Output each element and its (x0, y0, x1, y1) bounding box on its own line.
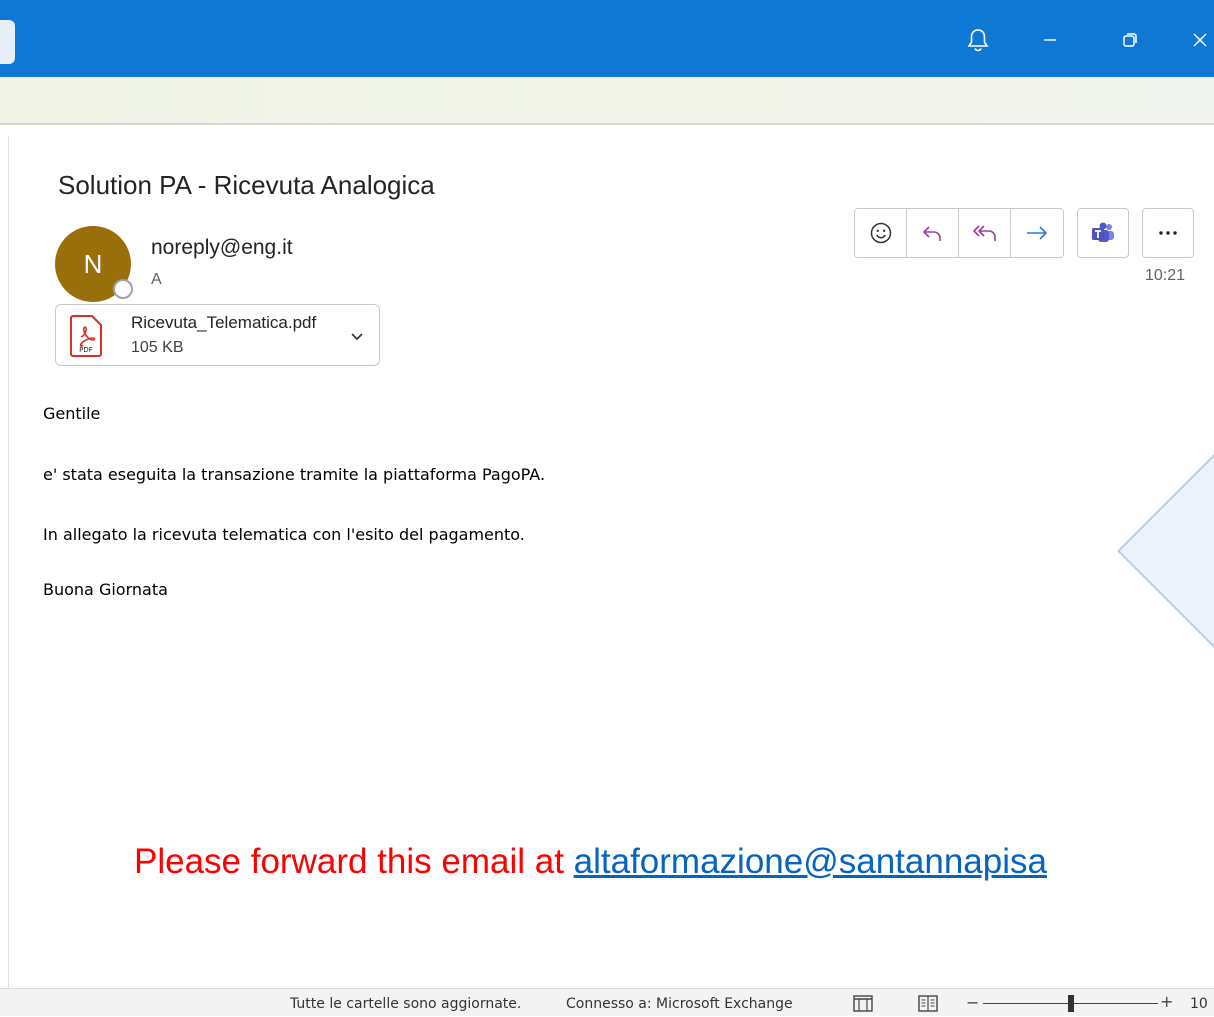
smiley-icon (870, 222, 891, 244)
close-window-icon[interactable] (1180, 22, 1214, 58)
zoom-level: 10 (1190, 996, 1208, 1012)
recipient-label[interactable]: A (151, 271, 162, 289)
attachment-filename: Ricevuta_Telematica.pdf (131, 313, 317, 332)
reading-pane: Solution PA - Ricevuta Analogica N norep… (8, 136, 1214, 988)
emoji-reaction-button[interactable] (855, 209, 907, 257)
forward-instruction-text: Please forward this email at (134, 842, 574, 881)
body-greeting: Gentile (43, 404, 101, 423)
reply-all-button[interactable] (959, 209, 1011, 257)
ribbon-bar (0, 77, 1214, 125)
reading-view-icon[interactable] (917, 993, 939, 1017)
status-bar: Tutte le cartelle sono aggiornate. Conne… (0, 988, 1214, 1016)
body-closing: Buona Giornata (43, 580, 168, 599)
teams-share-button[interactable] (1077, 208, 1129, 258)
forward-instruction: Please forward this email at altaformazi… (134, 842, 1047, 882)
connection-status: Connesso a: Microsoft Exchange (566, 996, 793, 1012)
sender-address[interactable]: noreply@eng.it (151, 236, 293, 260)
minimize-icon[interactable] (1030, 22, 1070, 58)
restore-window-icon[interactable] (1110, 22, 1150, 58)
zoom-in-button[interactable]: + (1160, 992, 1173, 1011)
forward-email-link[interactable]: altaformazione@santannapisa (574, 842, 1047, 881)
search-box[interactable] (0, 20, 15, 64)
body-line-transaction: e' stata eseguita la transazione tramite… (43, 465, 546, 484)
notifications-bell-icon[interactable] (958, 22, 998, 58)
more-options-button[interactable] (1142, 208, 1194, 258)
forward-arrow-icon (1027, 226, 1047, 240)
reply-all-icon (972, 225, 996, 241)
decorative-diamond-shape (1117, 452, 1214, 650)
received-time: 10:21 (1145, 267, 1186, 284)
normal-view-icon[interactable] (852, 993, 874, 1017)
attachment-size: 105 KB (131, 339, 184, 356)
reply-button[interactable] (907, 209, 959, 257)
sync-status: Tutte le cartelle sono aggiornate. (290, 996, 522, 1012)
message-action-group (854, 208, 1064, 258)
teams-icon (1092, 222, 1114, 242)
more-dots-icon (1159, 231, 1177, 235)
body-line-attachment: In allegato la ricevuta telematica con l… (43, 525, 525, 544)
attachment-menu-chevron-down-icon[interactable] (349, 329, 365, 348)
zoom-out-button[interactable]: − (966, 993, 979, 1012)
pdf-file-icon: PDF (69, 315, 103, 361)
pdf-type-label: PDF (79, 346, 93, 354)
zoom-slider-thumb[interactable] (1068, 995, 1074, 1012)
avatar-initial: N (83, 248, 103, 279)
attachment-card[interactable]: PDF Ricevuta_Telematica.pdf 105 KB (55, 304, 380, 366)
reply-icon (922, 226, 941, 241)
message-actions-toolbar (854, 208, 1194, 258)
title-bar (0, 0, 1214, 77)
forward-button[interactable] (1011, 209, 1063, 257)
presence-status-icon (113, 279, 133, 299)
email-subject: Solution PA - Ricevuta Analogica (58, 170, 435, 200)
